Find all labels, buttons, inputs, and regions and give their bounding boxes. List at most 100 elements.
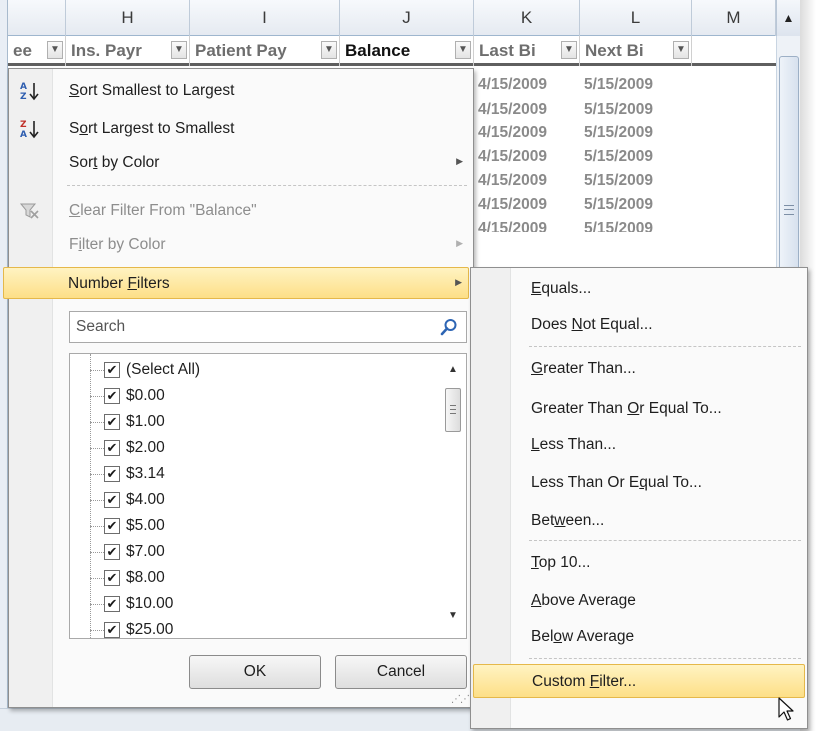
- filter-value-item[interactable]: ✔ $5.00: [90, 516, 430, 538]
- menu-item-greater-than-or-equal[interactable]: Greater Than Or Equal To...: [473, 392, 805, 426]
- header-cell-last-bill[interactable]: Last Bi ▼: [474, 36, 580, 66]
- filter-value-item[interactable]: ✔ $0.00: [90, 386, 430, 408]
- filter-value-item[interactable]: ✔ $1.00: [90, 412, 430, 434]
- header-label-partial: ee: [13, 41, 32, 60]
- search-box[interactable]: [69, 311, 467, 343]
- checkbox[interactable]: ✔: [104, 414, 120, 430]
- dropdown-arrow-icon[interactable]: ▼: [673, 41, 689, 59]
- last-bill-cell[interactable]: 4/15/2009: [478, 172, 547, 190]
- checkbox[interactable]: ✔: [104, 622, 120, 638]
- next-bill-cell[interactable]: 5/15/2009: [584, 124, 653, 142]
- menu-item-equals[interactable]: Equals...: [473, 272, 805, 306]
- list-scrollbar[interactable]: ▲ ▼: [442, 354, 466, 638]
- table-row[interactable]: 4/15/2009 5/15/2009: [474, 218, 694, 232]
- filter-value-item[interactable]: ✔ $8.00: [90, 568, 430, 590]
- scroll-up-arrow-icon[interactable]: ▲: [776, 0, 800, 36]
- header-cell-partial[interactable]: ee ▼: [8, 36, 66, 66]
- dropdown-arrow-icon[interactable]: ▼: [455, 41, 471, 59]
- filter-value-label: (Select All): [126, 361, 201, 378]
- column-header-i[interactable]: I: [190, 0, 340, 36]
- ok-button[interactable]: OK: [189, 655, 321, 689]
- dropdown-arrow-icon[interactable]: ▼: [321, 41, 337, 59]
- checkbox[interactable]: ✔: [104, 518, 120, 534]
- checkbox[interactable]: ✔: [104, 596, 120, 612]
- column-header-m[interactable]: M: [692, 0, 776, 36]
- filter-value-item[interactable]: ✔ (Select All): [90, 360, 430, 382]
- scroll-down-arrow-icon[interactable]: ▼: [448, 610, 458, 621]
- cancel-button[interactable]: Cancel: [335, 655, 467, 689]
- filter-value-label: $10.00: [126, 595, 174, 612]
- column-header-l[interactable]: L: [580, 0, 692, 36]
- table-row[interactable]: 4/15/2009 5/15/2009: [474, 170, 694, 192]
- search-input[interactable]: [76, 316, 416, 338]
- column-header-h[interactable]: H: [66, 0, 190, 36]
- last-bill-cell[interactable]: 4/15/2009: [478, 148, 547, 166]
- header-cell-next-bill[interactable]: Next Bi ▼: [580, 36, 692, 66]
- next-bill-cell[interactable]: 5/15/2009: [584, 148, 653, 166]
- checkbox[interactable]: ✔: [104, 544, 120, 560]
- tree-connector: [90, 604, 104, 605]
- last-bill-cell[interactable]: 4/15/2009: [478, 124, 547, 142]
- header-label-ins-payer: Ins. Payr: [71, 41, 142, 60]
- grip-icon: [784, 205, 794, 215]
- next-bill-cell[interactable]: 5/15/2009: [584, 196, 653, 214]
- filter-value-item[interactable]: ✔ $2.00: [90, 438, 430, 460]
- table-row[interactable]: 4/15/2009 5/15/2009: [474, 74, 694, 96]
- menu-item-above-average[interactable]: Above Average: [473, 584, 805, 618]
- menu-item-custom-filter[interactable]: Custom Filter...: [473, 664, 805, 698]
- checkbox[interactable]: ✔: [104, 362, 120, 378]
- next-bill-cell[interactable]: 5/15/2009: [584, 101, 653, 119]
- next-bill-cell[interactable]: 5/15/2009: [584, 220, 653, 232]
- checkbox[interactable]: ✔: [104, 570, 120, 586]
- column-header-g[interactable]: [8, 0, 66, 36]
- header-cell-balance[interactable]: Balance ▼: [340, 36, 474, 66]
- last-bill-cell[interactable]: 4/15/2009: [478, 220, 547, 232]
- dropdown-arrow-icon[interactable]: ▼: [47, 41, 63, 59]
- checkbox[interactable]: ✔: [104, 440, 120, 456]
- menu-item-does-not-equal[interactable]: Does Not Equal...: [473, 308, 805, 342]
- menu-item-less-than[interactable]: Less Than...: [473, 428, 805, 462]
- filter-value-list[interactable]: ✔ (Select All) ✔ $0.00 ✔ $1.00 ✔ $2.00 ✔ $3.14 ✔ $4…: [69, 353, 467, 639]
- menu-item-top-10[interactable]: Top 10...: [473, 546, 805, 580]
- menu-item-less-than-or-equal[interactable]: Less Than Or Equal To...: [473, 466, 805, 500]
- column-header-k[interactable]: K: [474, 0, 580, 36]
- scroll-up-arrow-icon[interactable]: ▲: [448, 364, 458, 375]
- next-bill-cell[interactable]: 5/15/2009: [584, 172, 653, 190]
- checkbox[interactable]: ✔: [104, 466, 120, 482]
- menu-item-greater-than[interactable]: Greater Than...: [473, 352, 805, 386]
- table-row[interactable]: 4/15/2009 5/15/2009: [474, 122, 694, 144]
- last-bill-cell[interactable]: 4/15/2009: [478, 101, 547, 119]
- last-bill-cell[interactable]: 4/15/2009: [478, 196, 547, 214]
- number-filters[interactable]: Number Filters ▶: [3, 267, 469, 299]
- menu-item-below-average[interactable]: Below Average: [473, 620, 805, 654]
- header-cell-patient-pay[interactable]: Patient Pay ▼: [190, 36, 340, 66]
- resize-grip-icon[interactable]: ⋰⋰: [451, 694, 470, 705]
- filter-by-color[interactable]: Filter by Color ▶: [13, 229, 469, 261]
- table-row[interactable]: 4/15/2009 5/15/2009: [474, 194, 694, 216]
- list-scroll-thumb[interactable]: [445, 388, 461, 432]
- table-row[interactable]: 4/15/2009 5/15/2009: [474, 146, 694, 168]
- next-bill-cell[interactable]: 5/15/2009: [584, 76, 653, 94]
- filter-value-item[interactable]: ✔ $10.00: [90, 594, 430, 616]
- filter-value-item[interactable]: ✔ $4.00: [90, 490, 430, 512]
- table-row[interactable]: 4/15/2009 5/15/2009: [474, 99, 694, 121]
- sort-largest-to-smallest[interactable]: ZA Sort Largest to Smallest: [13, 113, 469, 145]
- column-header-j[interactable]: J: [340, 0, 474, 36]
- filter-value-item[interactable]: ✔ $7.00: [90, 542, 430, 564]
- search-icon[interactable]: [440, 318, 458, 336]
- dropdown-arrow-icon[interactable]: ▼: [171, 41, 187, 59]
- tree-connector: [90, 370, 104, 371]
- filter-value-item[interactable]: ✔ $3.14: [90, 464, 430, 486]
- row-header-strip: [0, 0, 8, 731]
- sort-smallest-to-largest[interactable]: AZ Sort Smallest to Largest: [13, 75, 469, 107]
- menu-item-between[interactable]: Between...: [473, 504, 805, 538]
- last-bill-cell[interactable]: 4/15/2009: [478, 76, 547, 94]
- checkbox[interactable]: ✔: [104, 388, 120, 404]
- checkbox[interactable]: ✔: [104, 492, 120, 508]
- sort-by-color[interactable]: Sort by Color ▶: [13, 147, 469, 179]
- menu-item-label: Above Average: [531, 592, 636, 609]
- clear-filter-from-balance[interactable]: Clear Filter From "Balance": [13, 195, 469, 227]
- header-cell-ins-payer[interactable]: Ins. Payr ▼: [66, 36, 190, 66]
- dropdown-arrow-icon[interactable]: ▼: [561, 41, 577, 59]
- filter-value-item[interactable]: ✔ $25.00: [90, 620, 430, 638]
